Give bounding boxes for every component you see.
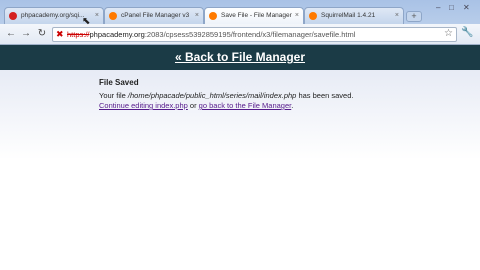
tab-cpanel-file-manager[interactable]: cPanel File Manager v3 ×	[104, 7, 204, 24]
save-message: File Saved Your file /home/phpacade/publ…	[99, 78, 459, 111]
mouse-cursor-icon: ⬉	[82, 16, 91, 27]
close-icon[interactable]: ×	[395, 8, 399, 23]
browser-toolbar: ← → ↻ ✖ https://phpacademy.org:2083/cpse…	[0, 24, 480, 45]
maximize-icon[interactable]: □	[449, 3, 454, 12]
youtube-icon	[9, 12, 17, 20]
tab-squirrelmail[interactable]: SquirrelMail 1.4.21 ×	[304, 7, 404, 24]
close-window-icon[interactable]: ✕	[463, 3, 470, 12]
wrench-menu-icon[interactable]: 🔧	[461, 27, 473, 38]
tab-save-file[interactable]: Save File - File Manager ×	[204, 7, 304, 24]
reload-icon[interactable]: ↻	[35, 27, 49, 41]
back-arrow-icon[interactable]: ←	[4, 27, 18, 41]
saved-message-line: Your file /home/phpacade/public_html/ser…	[99, 91, 354, 100]
cpanel-icon	[309, 12, 317, 20]
minimize-icon[interactable]: –	[436, 3, 440, 12]
back-to-file-manager-link[interactable]: « Back to File Manager	[0, 50, 480, 64]
go-back-file-manager-link[interactable]: go back to the File Manager	[199, 101, 292, 110]
close-icon[interactable]: ×	[95, 8, 99, 23]
tab-title: SquirrelMail 1.4.21	[321, 12, 376, 19]
url-text[interactable]: https://phpacademy.org:2083/cpsess539285…	[67, 30, 355, 39]
page-title: File Saved	[99, 78, 139, 87]
cpanel-icon	[109, 12, 117, 20]
file-path: /home/phpacade/public_html/series/mail/i…	[127, 91, 297, 100]
page-content: « Back to File Manager File Saved Your f…	[0, 45, 480, 270]
forward-arrow-icon[interactable]: →	[19, 27, 33, 41]
address-bar[interactable]: ✖ https://phpacademy.org:2083/cpsess5392…	[52, 27, 457, 42]
close-icon[interactable]: ×	[295, 8, 299, 23]
tab-strip: phpacademy.org/sqi... × cPanel File Mana…	[0, 0, 480, 24]
new-tab-button[interactable]: +	[406, 11, 422, 22]
broken-lock-icon[interactable]: ✖	[56, 29, 64, 40]
close-icon[interactable]: ×	[195, 8, 199, 23]
bookmark-star-icon[interactable]: ☆	[444, 28, 453, 39]
header-bar: « Back to File Manager	[0, 45, 480, 70]
tab-title: cPanel File Manager v3	[121, 12, 190, 19]
action-links-line: Continue editing index.php or go back to…	[99, 101, 294, 110]
tab-title: Save File - File Manager	[221, 12, 292, 19]
continue-editing-link[interactable]: Continue editing index.php	[99, 101, 188, 110]
cpanel-icon	[209, 12, 217, 20]
tab-title: phpacademy.org/sqi...	[21, 12, 85, 19]
